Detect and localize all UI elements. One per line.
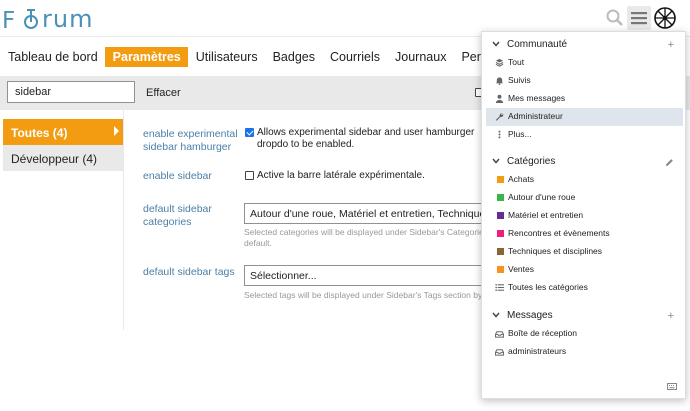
sidebar-item-label: Rencontres et évènements [508,228,610,238]
sidebar-item-label: Mes messages [508,93,566,103]
sidebar-item-label: Autour d'une roue [508,192,576,202]
avatar [654,7,676,29]
sidebar-item-label: Administrateur [508,111,563,121]
bell-icon [495,77,504,85]
hamburger-menu-button[interactable] [627,6,651,30]
divider [123,110,124,330]
sidebar-item-label: Boîte de réception [508,328,577,338]
category-developer[interactable]: Développeur (4) [3,145,123,171]
setting-label: default sidebar tags [143,266,235,278]
user-avatar[interactable] [653,6,677,30]
sidebar-category-item[interactable]: Autour d'une roue [486,189,683,207]
category-label: Toutes (4) [11,126,68,140]
sidebar-item-all[interactable]: Tout [486,54,683,72]
setting-label: default sidebar categories [143,203,212,228]
keyboard-icon[interactable] [667,383,677,390]
setting-description: Active la barre latérale expérimentale. [257,170,425,181]
inbox-icon [495,331,504,338]
section-categories-header[interactable]: Catégories [482,155,687,171]
more-icon [498,130,501,139]
category-color-swatch [497,176,504,183]
chevron-down-icon [492,158,500,164]
section-title: Communauté [507,39,568,50]
add-icon[interactable]: + [668,39,674,51]
categories-select[interactable]: Autour d'une roue, Matériel et entretien… [244,203,494,224]
sidebar-category-item[interactable]: Achats [486,171,683,189]
sidebar-item-more[interactable]: Plus... [486,126,683,144]
wrench-icon [495,113,504,121]
section-title: Messages [507,310,553,321]
sidebar-item-label: Achats [508,174,534,184]
chevron-down-icon [492,312,500,318]
sidebar-category-item[interactable]: Techniques et disciplines [486,243,683,261]
sidebar-item-group-inbox[interactable]: administrateurs [486,343,683,361]
category-color-swatch [497,266,504,273]
sidebar-item-my-messages[interactable]: Mes messages [486,90,683,108]
sidebar-category-item[interactable]: Rencontres et évènements [486,225,683,243]
nav-settings[interactable]: Paramètres [104,47,188,67]
sidebar-item-label: Suivis [508,75,531,85]
chevron-down-icon [492,41,500,47]
hamburger-icon [631,12,647,25]
sidebar-item-following[interactable]: Suivis [486,72,683,90]
unicycle-icon [24,9,38,29]
setting-help: Selected tags will be displayed under Si… [244,290,494,300]
inbox-icon [495,349,504,356]
setting-checkbox[interactable] [245,171,254,180]
user-icon [495,94,504,103]
clear-filter-button[interactable]: Effacer [146,87,181,99]
pencil-icon[interactable] [665,158,674,167]
setting-label: enable sidebar [143,170,212,182]
sidebar-item-label: Tout [508,57,525,67]
sidebar-item-label: Plus... [508,129,532,139]
nav-badges[interactable]: Badges [265,47,322,67]
layers-icon [495,58,504,67]
sidebar-item-label: Techniques et disciplines [508,246,603,256]
sidebar-item-label: administrateurs [508,346,567,356]
sidebar-category-item[interactable]: Ventes [486,261,683,279]
chevron-right-icon [114,126,119,136]
nav-logs[interactable]: Journaux [387,47,453,67]
site-logo[interactable]: F rum [2,5,93,33]
setting-label: enable experimental sidebar hamburger [143,128,238,153]
svg-text:F: F [2,8,15,31]
nav-dashboard[interactable]: Tableau de bord [0,47,105,67]
list-icon [495,283,504,292]
category-color-swatch [497,230,504,237]
category-label: Développeur (4) [11,152,98,166]
setting-help: default. [244,238,272,248]
sidebar-item-label: Toutes les catégories [508,282,588,292]
section-messages-header[interactable]: Messages + [482,309,687,325]
section-community-header[interactable]: Communauté + [482,38,687,54]
settings-filter-input[interactable] [7,81,135,103]
sidebar-item-inbox[interactable]: Boîte de réception [486,325,683,343]
logo-text: rum [42,5,94,33]
category-color-swatch [497,194,504,201]
search-icon[interactable] [603,6,627,30]
sidebar-all-categories[interactable]: Toutes les catégories [486,279,683,297]
sidebar-category-item[interactable]: Matériel et entretien [486,207,683,225]
setting-description: Allows experimental sidebar and user ham… [257,127,475,150]
setting-checkbox[interactable] [245,128,254,137]
nav-users[interactable]: Utilisateurs [188,47,265,67]
sidebar-item-label: Ventes [508,264,534,274]
nav-emails[interactable]: Courriels [322,47,387,67]
section-title: Catégories [507,156,556,167]
logo-icon: F [2,8,15,31]
tags-select[interactable]: Sélectionner... [244,265,494,286]
sidebar-item-label: Matériel et entretien [508,210,584,220]
setting-help: Selected categories will be displayed un… [244,227,494,237]
category-color-swatch [497,248,504,255]
add-icon[interactable]: + [668,310,674,322]
category-all[interactable]: Toutes (4) [3,119,123,145]
category-color-swatch [497,212,504,219]
sidebar-dropdown-panel: Communauté + Tout Suivis Mes messages Ad… [481,31,686,399]
sidebar-item-admin[interactable]: Administrateur [486,108,683,126]
